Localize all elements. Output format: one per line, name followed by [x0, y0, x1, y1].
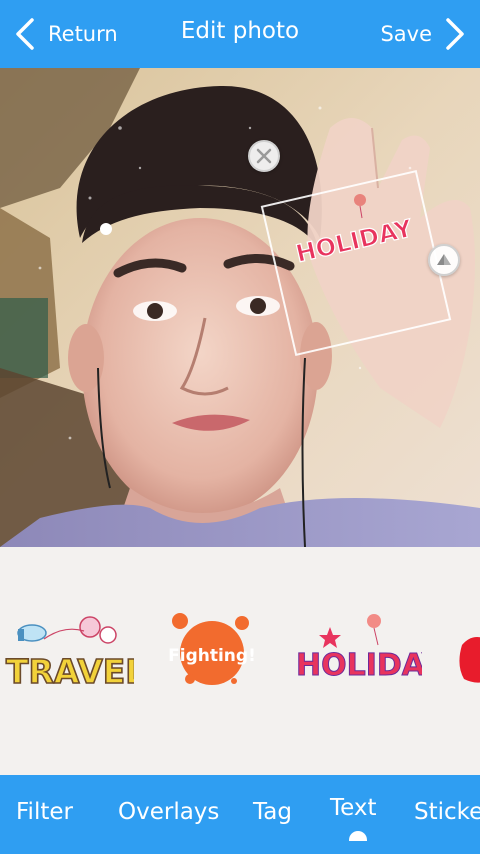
save-button[interactable]: Save [380, 14, 470, 54]
save-label: Save [380, 22, 432, 46]
bottom-tab-bar: Filter Overlays Tag Text Sticker [0, 775, 480, 854]
travel-sticker-icon: TRAVEL [5, 616, 134, 692]
travel-sticker-text: TRAVEL [6, 652, 134, 691]
tab-text[interactable]: Text [330, 795, 377, 821]
sticker-tray: TRAVEL Fighting! HOLIDAY [0, 547, 480, 775]
tab-sticker[interactable]: Sticker [414, 799, 480, 825]
sticker-holiday[interactable]: HOLIDAY [292, 609, 422, 693]
holiday-sticker-text: HOLIDAY [296, 648, 422, 683]
tab-tag[interactable]: Tag [253, 799, 292, 825]
red-sticker-icon [459, 637, 480, 683]
resize-rotate-handle[interactable] [428, 244, 460, 276]
resize-icon [437, 254, 451, 265]
chevron-right-icon [446, 18, 464, 50]
holiday-sticker-icon: HOLIDAY [296, 614, 422, 684]
tab-filter[interactable]: Filter [16, 799, 73, 825]
tab-overlays[interactable]: Overlays [118, 799, 219, 825]
anchor-dot [100, 223, 112, 235]
remove-sticker-button[interactable] [248, 140, 280, 172]
fighting-sticker-icon: Fighting! [168, 613, 256, 685]
active-tab-indicator [349, 831, 367, 841]
fighting-sticker-text: Fighting! [168, 646, 256, 666]
photo-canvas[interactable]: HOLIDAY [0, 68, 480, 547]
sticker-travel[interactable]: TRAVEL [4, 609, 134, 693]
sticker-partial-red[interactable] [456, 609, 480, 693]
close-icon [256, 148, 272, 164]
top-bar: Return Edit photo Save [0, 0, 480, 68]
sticker-fighting[interactable]: Fighting! [162, 609, 262, 693]
